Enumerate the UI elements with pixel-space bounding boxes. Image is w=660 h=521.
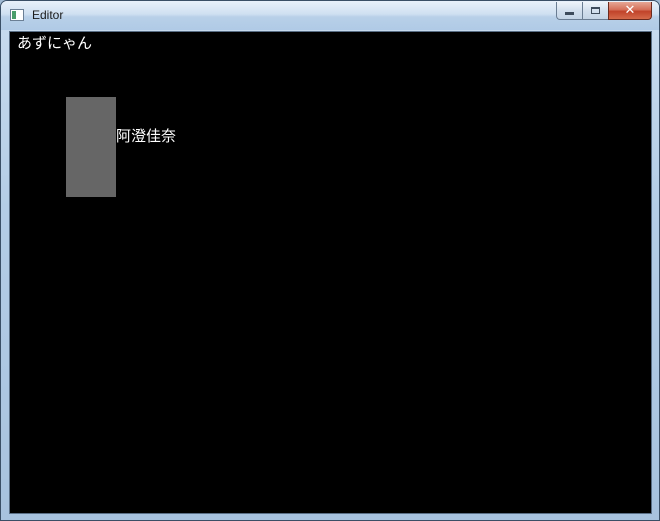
editor-window: Editor ✕ あずにゃん 阿澄佳奈 xyxy=(0,0,660,521)
title-bar[interactable]: Editor ✕ xyxy=(1,1,659,30)
close-button[interactable]: ✕ xyxy=(608,2,652,20)
editor-canvas[interactable]: あずにゃん 阿澄佳奈 xyxy=(9,31,652,514)
app-icon xyxy=(10,9,24,21)
canvas-top-text: あずにゃん xyxy=(17,34,93,52)
window-title: Editor xyxy=(32,8,64,22)
maximize-icon xyxy=(591,7,600,14)
minimize-button[interactable] xyxy=(556,2,582,20)
maximize-button[interactable] xyxy=(582,2,608,20)
close-icon: ✕ xyxy=(624,3,636,18)
gray-rectangle xyxy=(66,97,116,197)
canvas-name-text: 阿澄佳奈 xyxy=(116,127,177,145)
minimize-icon xyxy=(565,12,574,15)
caption-buttons: ✕ xyxy=(556,2,652,21)
